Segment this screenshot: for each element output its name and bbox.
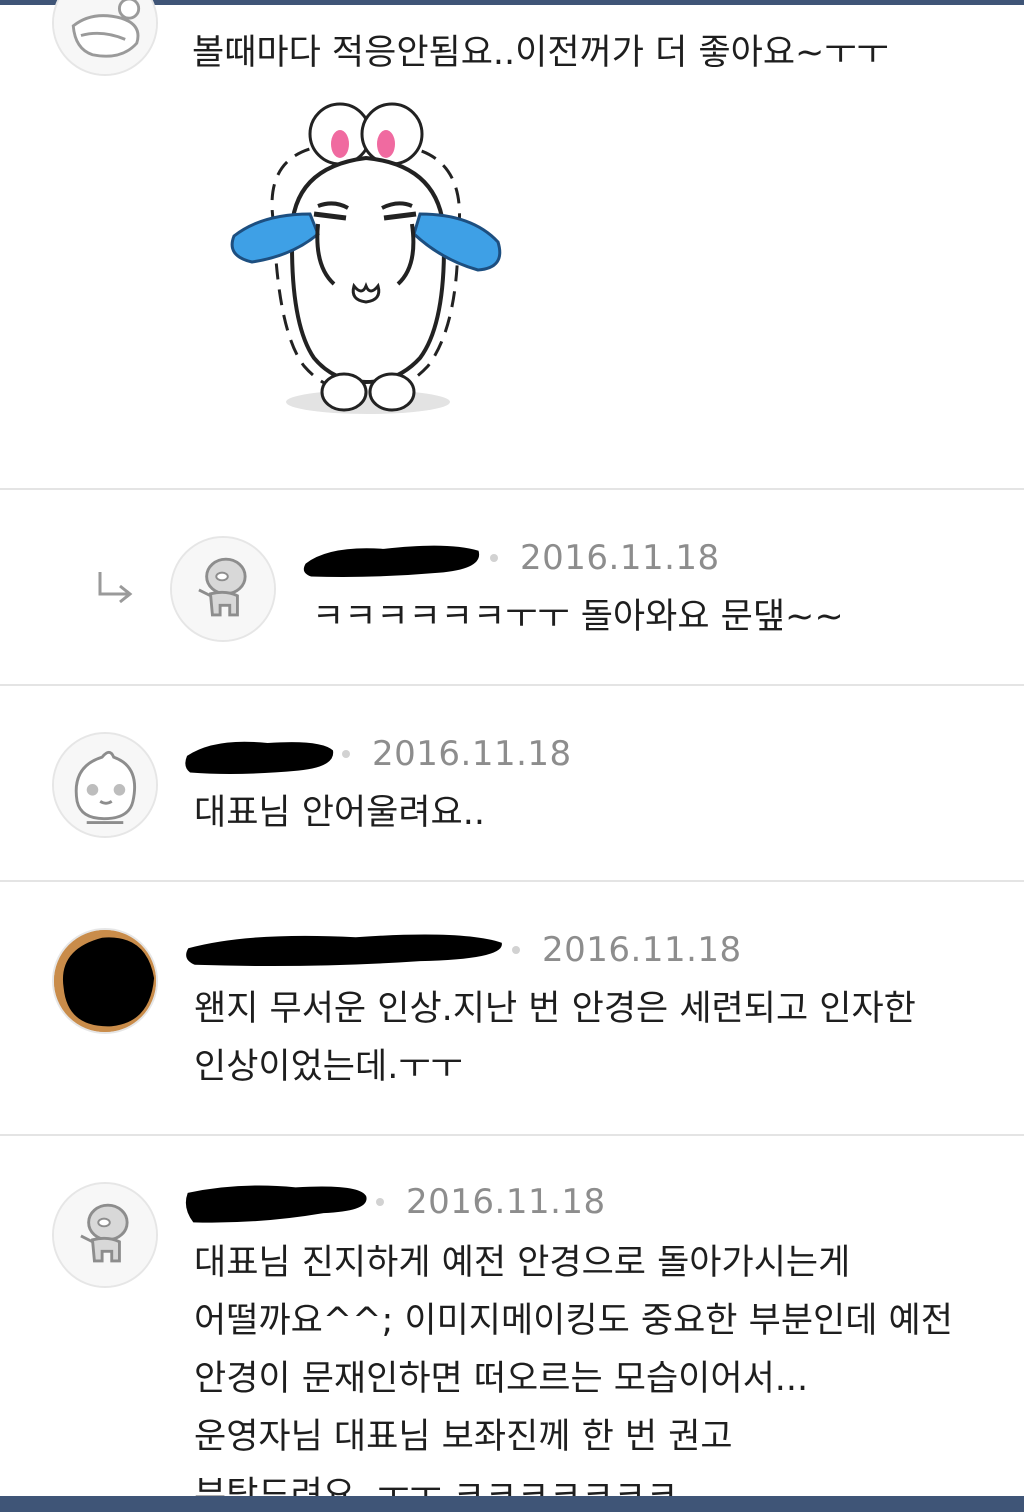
separator-dot: [490, 554, 498, 562]
redaction-mark: [184, 928, 506, 974]
redaction-mark: [184, 732, 336, 778]
separator-dot: [376, 1198, 384, 1206]
comment-text: 대표님 안어울려요..: [194, 793, 485, 833]
comment-item: 2016.11.18 왠지 무서운 인상.지난 번 안경은 세련되고 인자한 인…: [0, 882, 1024, 1136]
hand-character-avatar-icon[interactable]: [52, 0, 158, 76]
comment-item: 볼때마다 적응안됨요..이전꺼가 더 좋아요~ㅜㅜ: [0, 0, 1024, 490]
grey-character-avatar-icon[interactable]: [52, 1182, 158, 1288]
comment-author[interactable]: [303, 534, 480, 582]
separator-dot: [512, 946, 520, 954]
comment-date: 2016.11.18: [542, 930, 742, 970]
comment-date: 2016.11.18: [520, 538, 720, 578]
grey-character-avatar-icon[interactable]: [170, 536, 276, 642]
comment-text: 볼때마다 적응안됨요..이전꺼가 더 좋아요~ㅜㅜ: [192, 33, 889, 73]
comment-meta: 2016.11.18: [303, 534, 720, 582]
comment-meta: 2016.11.18: [185, 730, 572, 778]
comment-date: 2016.11.18: [372, 734, 572, 774]
comment-author[interactable]: [186, 926, 502, 974]
comment-text: ㅋㅋㅋㅋㅋㅋㅜㅜ 돌아와요 문댚~~: [312, 597, 844, 637]
comment-author[interactable]: [185, 730, 334, 778]
comment-list-page: 볼때마다 적응안됨요..이전꺼가 더 좋아요~ㅜㅜ 2016.11.18 ㅋㅋㅋ…: [0, 0, 1024, 1512]
comment-meta: 2016.11.18: [185, 1178, 606, 1226]
comment-item: 2016.11.18 대표님 진지하게 예전 안경으로 돌아가시는게 어떨까요^…: [0, 1136, 1024, 1512]
reply-arrow-icon: [94, 568, 138, 608]
photo-avatar-icon[interactable]: [52, 928, 158, 1034]
peach-character-avatar-icon[interactable]: [52, 732, 158, 838]
redaction-mark: [302, 536, 484, 582]
redaction-mark: [184, 1180, 370, 1226]
separator-dot: [342, 750, 350, 758]
reply-comment-item: 2016.11.18 ㅋㅋㅋㅋㅋㅋㅜㅜ 돌아와요 문댚~~: [0, 490, 1024, 686]
crying-rabbit-sticker-icon: [222, 96, 512, 426]
comment-text: 왠지 무서운 인상.지난 번 안경은 세련되고 인자한 인상이었는데.ㅜㅜ: [194, 989, 916, 1087]
bottom-bar: [0, 1496, 1024, 1512]
comment-text: 대표님 진지하게 예전 안경으로 돌아가시는게 어떨까요^^; 이미지메이킹도 …: [194, 1243, 953, 1512]
comment-item: 2016.11.18 대표님 안어울려요..: [0, 686, 1024, 882]
comment-date: 2016.11.18: [406, 1182, 606, 1222]
comment-author[interactable]: [185, 1178, 367, 1226]
comment-meta: 2016.11.18: [186, 926, 742, 974]
